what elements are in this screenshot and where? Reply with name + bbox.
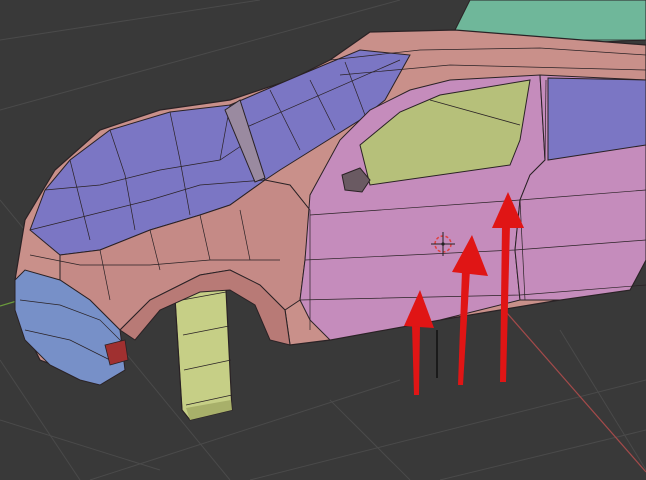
front-tire[interactable] [174, 284, 233, 421]
rear-window [547, 77, 646, 161]
3d-viewport[interactable] [0, 0, 646, 480]
car-body[interactable] [14, 29, 646, 386]
viewport-canvas[interactable] [0, 0, 646, 480]
